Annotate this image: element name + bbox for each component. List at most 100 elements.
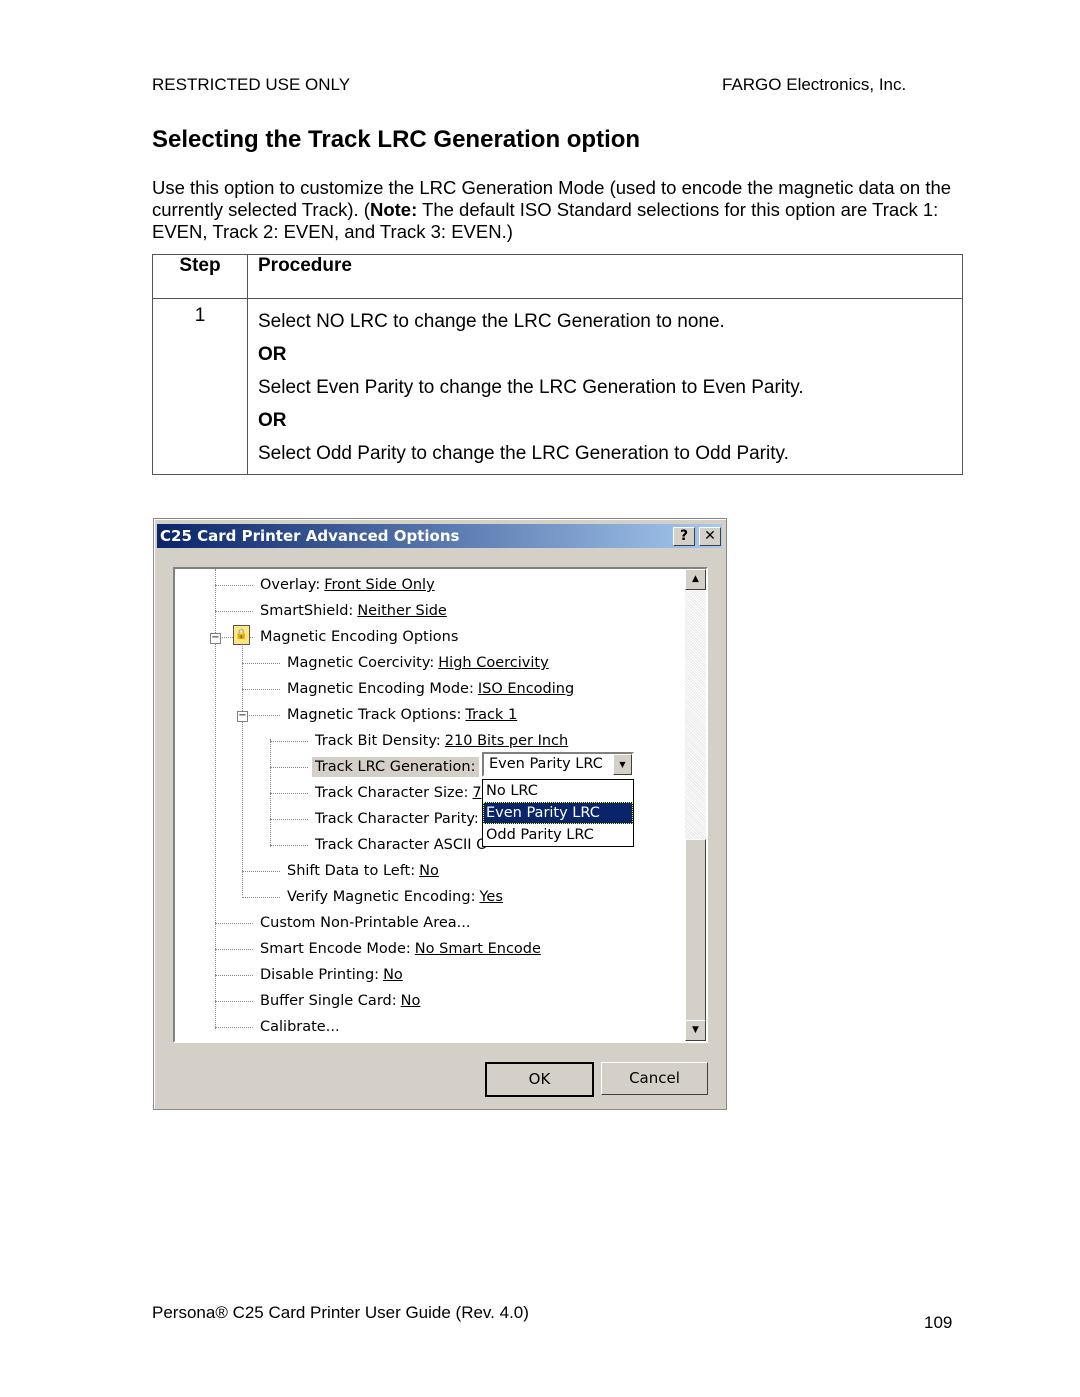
- tree-line: [270, 819, 308, 820]
- scroll-up-icon[interactable]: ▲: [685, 569, 706, 590]
- intro-paragraph: Use this option to customize the LRC Gen…: [152, 177, 952, 243]
- tree-item-label: Track Character Parity:: [315, 811, 479, 827]
- tree-item[interactable]: Track Character Parity:: [315, 809, 479, 829]
- tree-item-label: Magnetic Encoding Mode:: [287, 681, 474, 697]
- tree-item[interactable]: Shift Data to Left: No: [287, 861, 439, 881]
- dialog-titlebar: C25 Card Printer Advanced Options ? ✕: [157, 524, 722, 548]
- tree-item-label: Verify Magnetic Encoding:: [287, 889, 476, 905]
- procedure-line: Select NO LRC to change the LRC Generati…: [258, 311, 725, 332]
- or-label: OR: [258, 410, 287, 431]
- cancel-button[interactable]: Cancel: [601, 1062, 708, 1095]
- dropdown-option[interactable]: No LRC: [483, 780, 633, 802]
- tree-line: [242, 663, 280, 664]
- lock-folder-icon: 🔒: [233, 625, 250, 645]
- tree-item-label: Custom Non-Printable Area...: [260, 915, 471, 931]
- tree-line: [270, 741, 308, 742]
- tree-item[interactable]: Custom Non-Printable Area...: [260, 913, 471, 933]
- procedure-line: Select Even Parity to change the LRC Gen…: [258, 377, 804, 398]
- tree-item-value[interactable]: 7: [472, 785, 481, 801]
- tree-item-value[interactable]: Track 1: [465, 707, 517, 723]
- tree-item-label: Track Character ASCII O: [315, 837, 488, 853]
- tree-item-value[interactable]: Front Side Only: [324, 577, 434, 593]
- note-label: Note:: [369, 199, 418, 220]
- advanced-options-dialog: C25 Card Printer Advanced Options ? ✕ ▲ …: [153, 518, 727, 1110]
- footer-guide: Persona® C25 Card Printer User Guide (Re…: [152, 1303, 529, 1322]
- tree-item[interactable]: Disable Printing: No: [260, 965, 403, 985]
- tree-item-value[interactable]: Yes: [479, 889, 502, 905]
- document-page: RESTRICTED USE ONLY FARGO Electronics, I…: [0, 0, 1080, 1397]
- tree-item[interactable]: Magnetic Encoding Mode: ISO Encoding: [287, 679, 574, 699]
- tree-item-label: Buffer Single Card:: [260, 993, 397, 1009]
- tree-item-label: Smart Encode Mode:: [260, 941, 411, 957]
- close-button[interactable]: ✕: [699, 527, 721, 546]
- tree-item[interactable]: Calibrate...: [260, 1017, 340, 1037]
- procedure-cell: Select NO LRC to change the LRC Generati…: [247, 298, 963, 475]
- lrc-dropdown-list[interactable]: No LRC Even Parity LRC Odd Parity LRC: [482, 779, 634, 847]
- tree-item[interactable]: Smart Encode Mode: No Smart Encode: [260, 939, 541, 959]
- tree-item-label: Magnetic Track Options:: [287, 707, 462, 723]
- tree-item[interactable]: Buffer Single Card: No: [260, 991, 420, 1011]
- tree-item-value[interactable]: High Coercivity: [438, 655, 548, 671]
- tree-item[interactable]: Overlay: Front Side Only: [260, 575, 435, 595]
- tree-item-label: Calibrate...: [260, 1019, 340, 1035]
- tree-line: [215, 923, 253, 924]
- collapse-icon[interactable]: −: [237, 711, 248, 722]
- tree-line: [242, 871, 280, 872]
- combo-value: Even Parity LRC: [489, 756, 603, 772]
- header-right: FARGO Electronics, Inc.: [722, 75, 907, 94]
- tree-item[interactable]: Verify Magnetic Encoding: Yes: [287, 887, 503, 907]
- scroll-down-icon[interactable]: ▼: [685, 1020, 706, 1041]
- tree-line: [215, 1027, 253, 1028]
- header-left: RESTRICTED USE ONLY: [152, 75, 351, 94]
- or-label: OR: [258, 344, 287, 365]
- options-tree[interactable]: ▲ ▼ Overlay: Front Side Only SmartShield: N…: [173, 567, 708, 1043]
- tree-item[interactable]: Track LRC Generation:: [312, 757, 479, 777]
- tree-line: [215, 611, 253, 612]
- tree-item[interactable]: SmartShield: Neither Side: [260, 601, 447, 621]
- tree-item-label: Track Character Size:: [315, 785, 469, 801]
- tree-item-label: Magnetic Encoding Options: [260, 629, 459, 645]
- tree-item[interactable]: Track Bit Density: 210 Bits per Inch: [315, 731, 568, 751]
- tree-item[interactable]: Magnetic Coercivity: High Coercivity: [287, 653, 549, 673]
- tree-line: [215, 585, 253, 586]
- tree-item-label: Overlay:: [260, 577, 321, 593]
- tree-item-value[interactable]: 210 Bits per Inch: [445, 733, 568, 749]
- tree-item-value[interactable]: No: [419, 863, 439, 879]
- dialog-title: C25 Card Printer Advanced Options: [160, 527, 460, 545]
- col-procedure: Procedure: [247, 254, 963, 299]
- tree-item-label: Track Bit Density:: [315, 733, 441, 749]
- tree-item-label: Disable Printing:: [260, 967, 380, 983]
- collapse-icon[interactable]: −: [210, 633, 221, 644]
- tree-item-label: Magnetic Coercivity:: [287, 655, 435, 671]
- tree-item-value[interactable]: ISO Encoding: [478, 681, 574, 697]
- tree-item-value[interactable]: Neither Side: [357, 603, 447, 619]
- tree-item-label: Shift Data to Left:: [287, 863, 416, 879]
- dropdown-option[interactable]: Odd Parity LRC: [483, 824, 633, 846]
- tree-line: [270, 845, 308, 846]
- procedure-line: Select Odd Parity to change the LRC Gene…: [258, 443, 789, 464]
- lrc-combo[interactable]: Even Parity LRC ▼: [482, 752, 634, 777]
- tree-line: [242, 635, 243, 895]
- step-number: 1: [152, 298, 248, 475]
- tree-item[interactable]: Track Character ASCII O: [315, 835, 488, 855]
- ok-button[interactable]: OK: [485, 1062, 594, 1097]
- scroll-thumb[interactable]: [685, 839, 706, 1021]
- tree-item-value[interactable]: No: [383, 967, 403, 983]
- dropdown-option[interactable]: Even Parity LRC: [483, 802, 633, 824]
- tree-item-label: SmartShield:: [260, 603, 354, 619]
- tree-item-label: Track LRC Generation:: [315, 759, 476, 775]
- procedure-table: Step Procedure 1 Select NO LRC to change …: [152, 254, 963, 475]
- tree-item[interactable]: Track Character Size: 7: [315, 783, 482, 803]
- tree-line: [242, 897, 280, 898]
- tree-item-value[interactable]: No Smart Encode: [415, 941, 541, 957]
- chevron-down-icon[interactable]: ▼: [613, 754, 632, 775]
- tree-line: [215, 949, 253, 950]
- tree-item-value[interactable]: No: [401, 993, 421, 1009]
- tree-item[interactable]: Magnetic Track Options: Track 1: [287, 705, 517, 725]
- tree-line: [270, 793, 308, 794]
- section-title: Selecting the Track LRC Generation optio…: [152, 126, 641, 153]
- tree-line: [270, 767, 308, 768]
- tree-item[interactable]: Magnetic Encoding Options: [260, 627, 458, 647]
- help-button[interactable]: ?: [673, 527, 695, 546]
- vertical-scrollbar[interactable]: ▲ ▼: [685, 569, 706, 1041]
